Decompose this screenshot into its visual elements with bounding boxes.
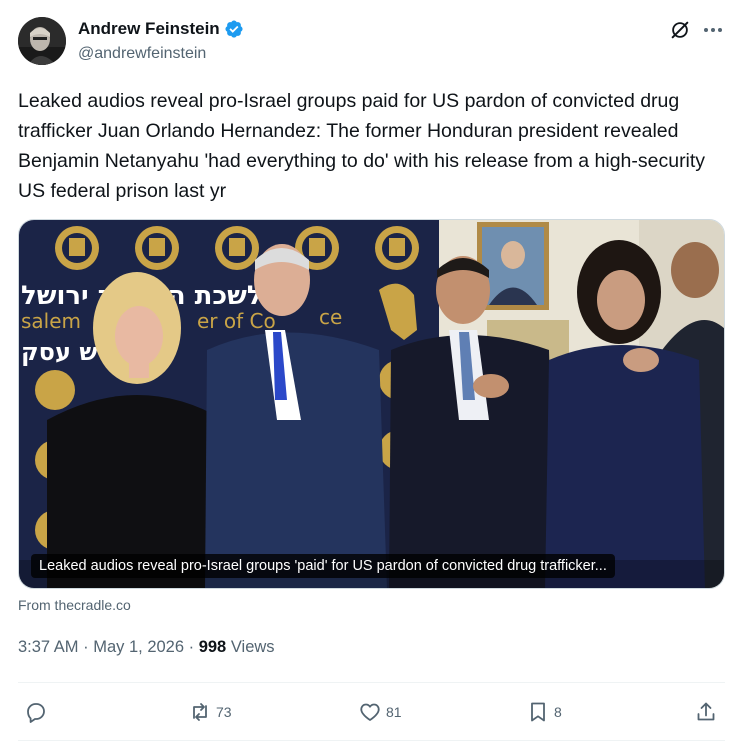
divider (18, 682, 725, 683)
tweet-time[interactable]: 3:37 AM (18, 638, 79, 656)
like-count: 81 (386, 704, 402, 720)
bookmark-icon (531, 702, 545, 722)
avatar[interactable] (18, 17, 66, 65)
backdrop-english-middle: er of Co (197, 309, 276, 333)
reply-button[interactable] (24, 690, 52, 734)
heart-icon (360, 703, 380, 721)
reply-icon (27, 703, 45, 723)
more-options-icon[interactable] (701, 19, 725, 41)
author-handle[interactable]: @andrewfeinstein (78, 45, 206, 63)
meta-separator: · (184, 638, 199, 656)
tweet-date[interactable]: May 1, 2026 (93, 638, 184, 656)
media-photo: לשכת המסחר ירושל salem er of Co ce ש עסק (19, 220, 724, 588)
backdrop-english-left: salem (21, 309, 81, 333)
action-bar: 73 81 8 (18, 690, 725, 734)
bookmark-count: 8 (554, 704, 562, 720)
share-icon (697, 702, 715, 721)
divider (18, 740, 725, 741)
grok-icon[interactable] (669, 19, 691, 41)
bookmark-button[interactable]: 8 (526, 690, 562, 734)
tweet-text: Leaked audios reveal pro-Israel groups p… (18, 90, 706, 202)
meta-separator: · (78, 638, 94, 656)
backdrop-english-right: ce (319, 305, 342, 329)
views-count: 998 (198, 638, 227, 656)
views-label: Views (226, 638, 275, 656)
repost-icon (193, 703, 207, 721)
link-preview-card[interactable]: לשכת המסחר ירושל salem er of Co ce ש עסק (18, 219, 725, 589)
share-button[interactable] (694, 690, 722, 734)
link-preview-caption[interactable]: Leaked audios reveal pro-Israel groups '… (31, 554, 615, 578)
author-name[interactable]: Andrew Feinstein (78, 19, 244, 39)
link-source[interactable]: From thecradle.co (18, 597, 131, 613)
tweet-meta: 3:37 AM · May 1, 2026 · 998 Views (18, 638, 275, 657)
author-name-text[interactable]: Andrew Feinstein (78, 19, 220, 39)
repost-button[interactable]: 73 (188, 690, 232, 734)
verified-badge-icon (225, 20, 243, 38)
backdrop-hebrew-line-2: ש עסק (21, 338, 98, 366)
repost-count: 73 (216, 704, 232, 720)
like-button[interactable]: 81 (358, 690, 402, 734)
